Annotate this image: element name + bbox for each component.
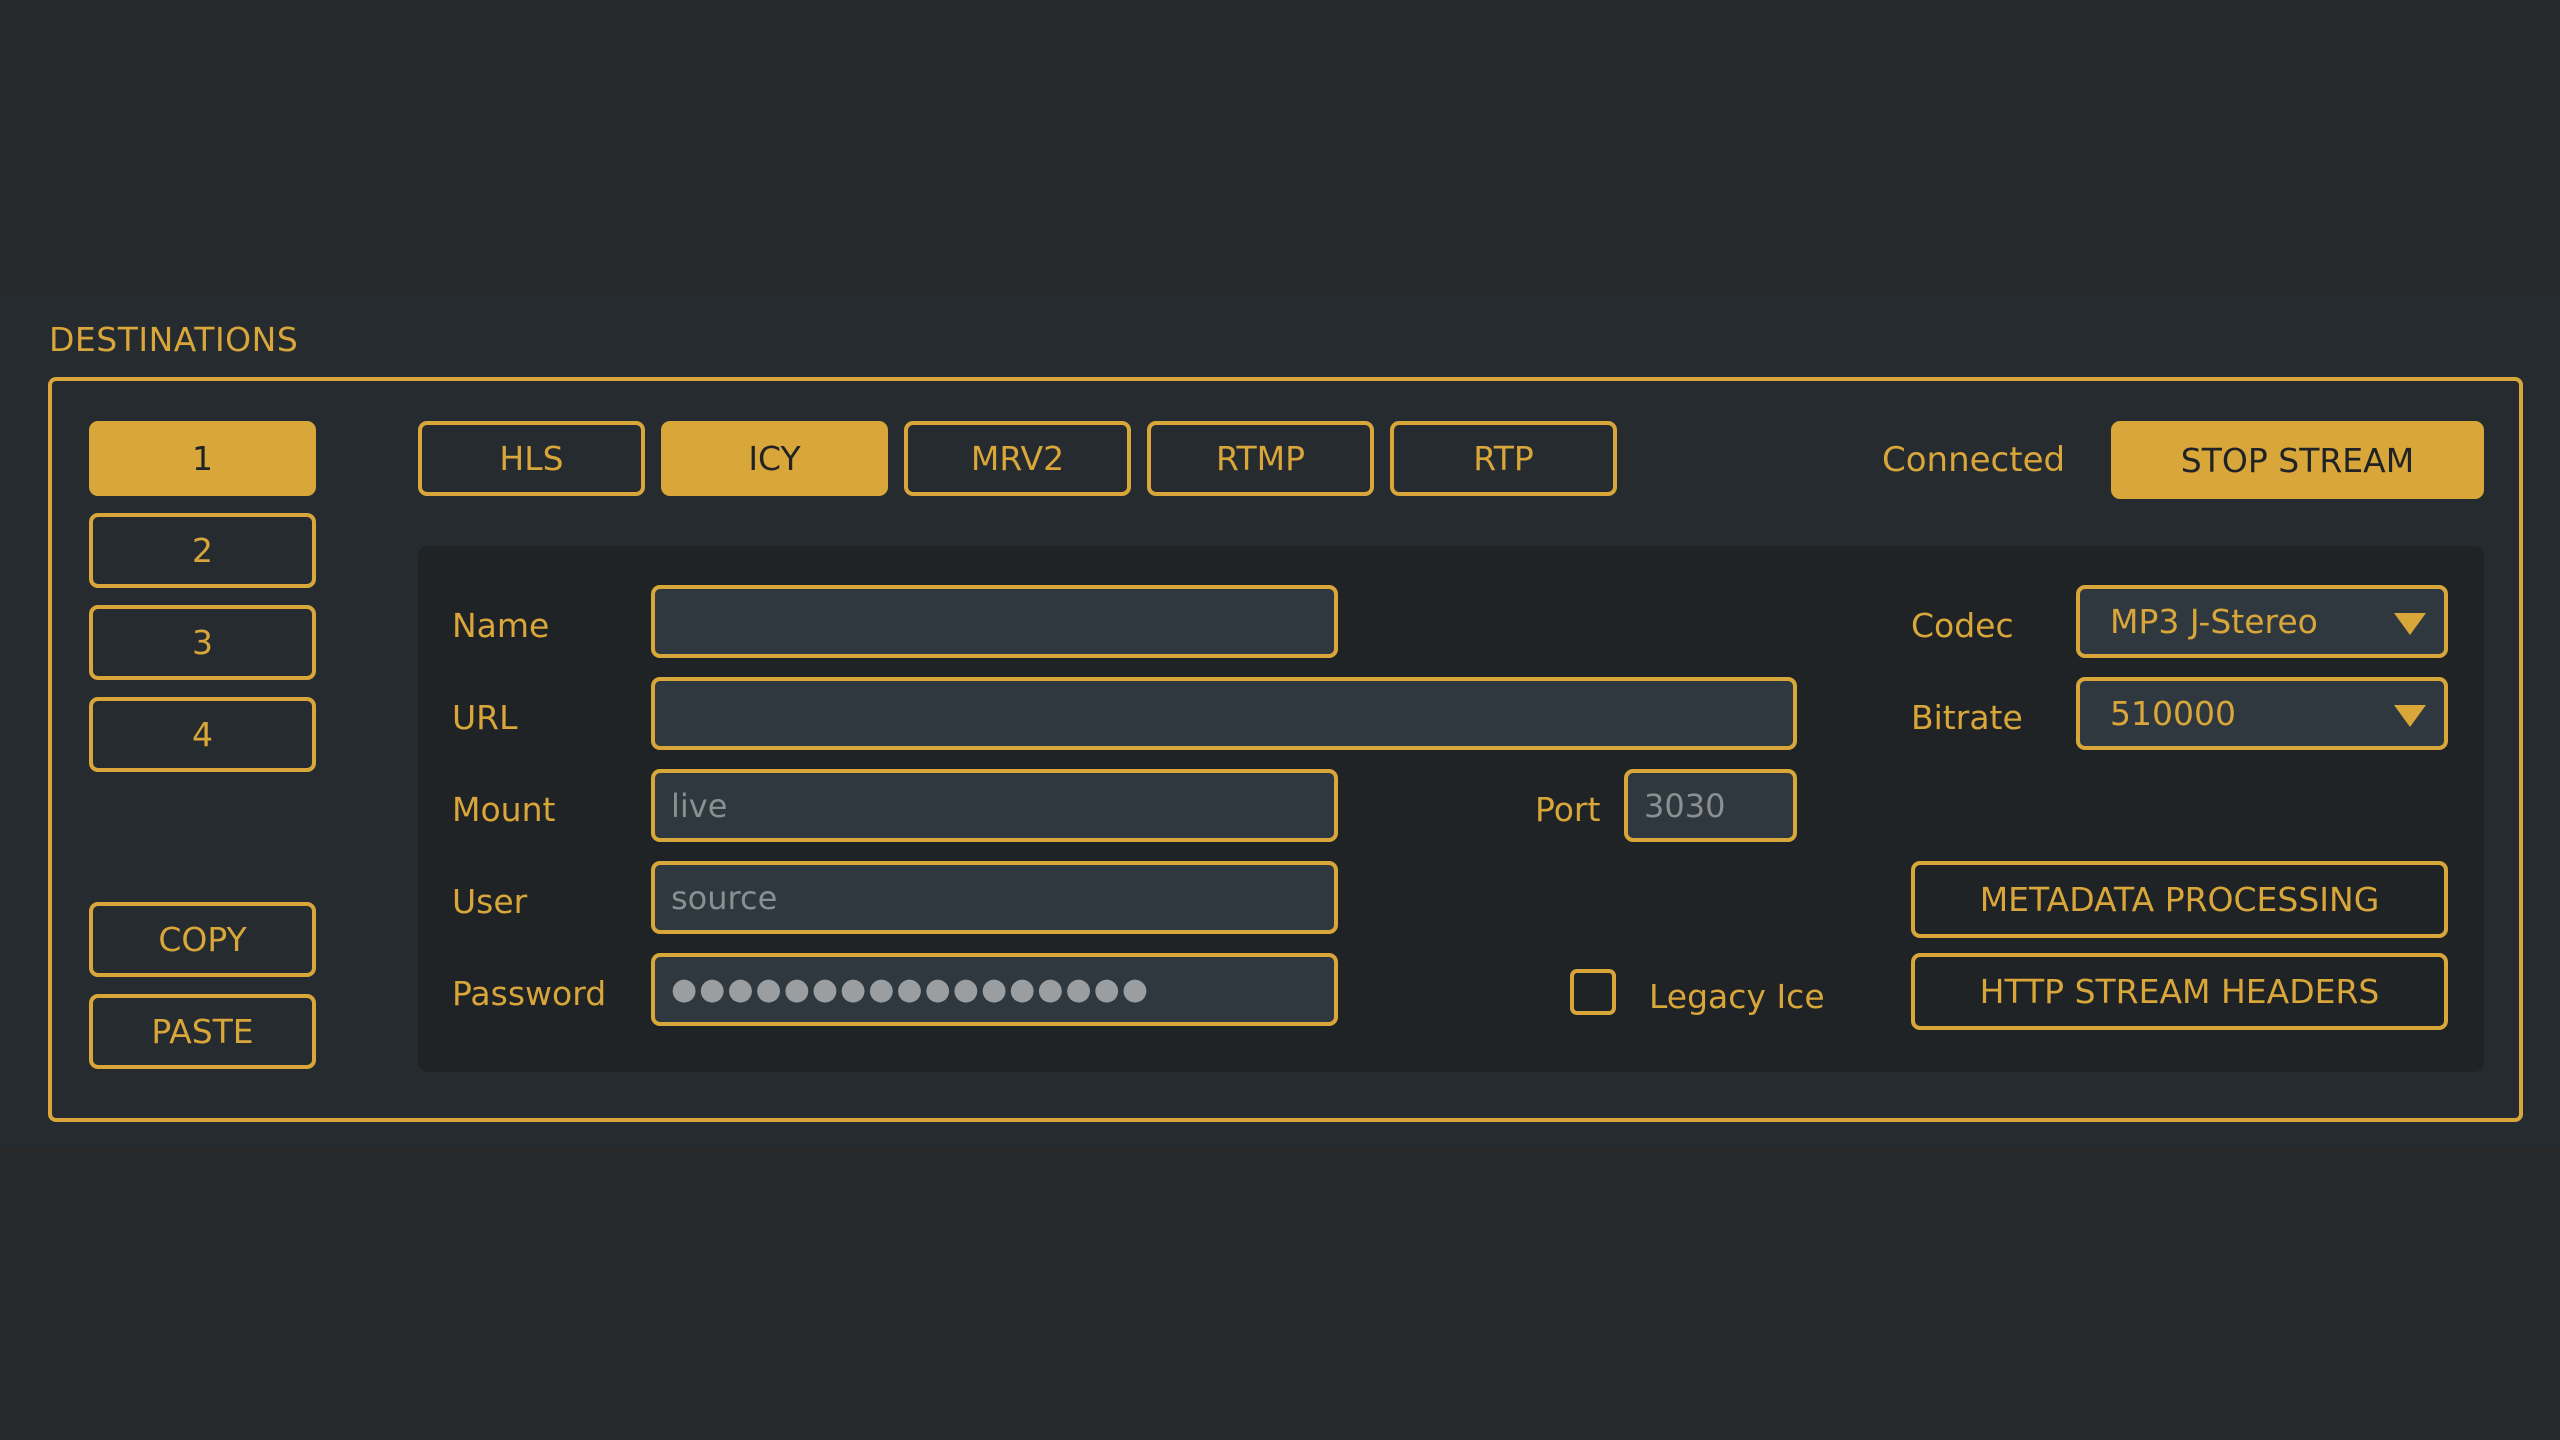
user-input[interactable]: source	[651, 861, 1338, 934]
password-label: Password	[452, 974, 607, 1013]
destination-3-button[interactable]: 3	[89, 605, 316, 680]
http-stream-headers-button[interactable]: HTTP STREAM HEADERS	[1911, 953, 2448, 1030]
chevron-down-icon	[2394, 704, 2426, 727]
name-label: Name	[452, 606, 550, 645]
password-input[interactable]: ●●●●●●●●●●●●●●●●●	[651, 953, 1338, 1026]
tab-rtp[interactable]: RTP	[1390, 421, 1617, 496]
metadata-processing-button[interactable]: METADATA PROCESSING	[1911, 861, 2448, 938]
legacy-ice-checkbox[interactable]	[1570, 969, 1616, 1015]
port-label: Port	[1535, 790, 1601, 829]
tab-mrv2[interactable]: MRV2	[904, 421, 1131, 496]
tab-icy[interactable]: ICY	[661, 421, 888, 496]
tab-hls[interactable]: HLS	[418, 421, 645, 496]
url-label: URL	[452, 698, 518, 737]
chevron-down-icon	[2394, 612, 2426, 635]
codec-label: Codec	[1911, 606, 2014, 645]
codec-value: MP3 J-Stereo	[2110, 602, 2318, 641]
bitrate-value: 510000	[2110, 694, 2236, 733]
url-input[interactable]	[651, 677, 1797, 750]
destination-2-button[interactable]: 2	[89, 513, 316, 588]
user-label: User	[452, 882, 528, 921]
connection-status: Connected	[1882, 440, 2066, 480]
stop-stream-button[interactable]: STOP STREAM	[2111, 421, 2484, 499]
section-title: DESTINATIONS	[49, 320, 299, 359]
destination-1-button[interactable]: 1	[89, 421, 316, 496]
destination-4-button[interactable]: 4	[89, 697, 316, 772]
name-input[interactable]	[651, 585, 1338, 658]
mount-label: Mount	[452, 790, 556, 829]
port-input[interactable]: 3030	[1624, 769, 1797, 842]
mount-input[interactable]: live	[651, 769, 1338, 842]
legacy-ice-label: Legacy Ice	[1649, 977, 1825, 1016]
copy-button[interactable]: COPY	[89, 902, 316, 977]
codec-select[interactable]: MP3 J-Stereo	[2076, 585, 2448, 658]
bitrate-select[interactable]: 510000	[2076, 677, 2448, 750]
paste-button[interactable]: PASTE	[89, 994, 316, 1069]
bitrate-label: Bitrate	[1911, 698, 2023, 737]
tab-rtmp[interactable]: RTMP	[1147, 421, 1374, 496]
